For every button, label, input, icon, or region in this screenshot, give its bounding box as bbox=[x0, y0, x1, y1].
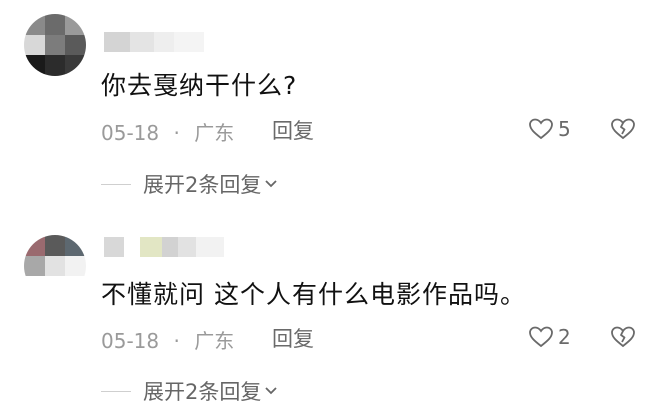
comment-meta: 05-18 · 广东 bbox=[101, 325, 234, 354]
comment-text: 不懂就问 这个人有什么电影作品吗。 bbox=[101, 280, 526, 309]
comment-text: 你去戛纳干什么? bbox=[101, 71, 298, 100]
like-count: 2 bbox=[558, 325, 571, 349]
chevron-down-icon bbox=[263, 178, 279, 190]
like-button[interactable]: 2 bbox=[528, 325, 571, 349]
like-button[interactable]: 5 bbox=[528, 117, 571, 141]
comment-item: 不懂就问 这个人有什么电影作品吗。 05-18 · 广东 回复 2 展开2条回复 bbox=[0, 205, 668, 420]
heart-outline-icon bbox=[528, 117, 554, 141]
expand-replies-button[interactable]: 展开2条回复 bbox=[101, 376, 279, 406]
meta-separator: · bbox=[173, 121, 180, 145]
avatar[interactable] bbox=[24, 14, 86, 76]
comment-location: 广东 bbox=[194, 121, 235, 145]
reply-button[interactable]: 回复 bbox=[272, 115, 314, 145]
divider bbox=[101, 183, 131, 185]
username[interactable] bbox=[104, 32, 204, 52]
comment-item: 你去戛纳干什么? 05-18 · 广东 回复 5 展开2条回复 bbox=[0, 0, 668, 205]
comment-meta: 05-18 · 广东 bbox=[101, 117, 234, 146]
chevron-down-icon bbox=[263, 385, 279, 397]
username[interactable] bbox=[104, 237, 224, 257]
comment-date: 05-18 bbox=[101, 329, 160, 353]
expand-replies-label: 展开2条回复 bbox=[143, 380, 262, 404]
like-count: 5 bbox=[558, 117, 571, 141]
comment-location: 广东 bbox=[194, 329, 235, 353]
expand-replies-button[interactable]: 展开2条回复 bbox=[101, 169, 279, 199]
comment-date: 05-18 bbox=[101, 121, 160, 145]
meta-separator: · bbox=[173, 329, 180, 353]
divider bbox=[101, 390, 131, 392]
broken-heart-icon bbox=[610, 325, 636, 349]
broken-heart-icon bbox=[610, 117, 636, 141]
avatar[interactable] bbox=[24, 235, 86, 297]
expand-replies-label: 展开2条回复 bbox=[143, 173, 262, 197]
reply-button[interactable]: 回复 bbox=[272, 323, 314, 353]
dislike-button[interactable] bbox=[610, 117, 636, 141]
dislike-button[interactable] bbox=[610, 325, 636, 349]
heart-outline-icon bbox=[528, 325, 554, 349]
